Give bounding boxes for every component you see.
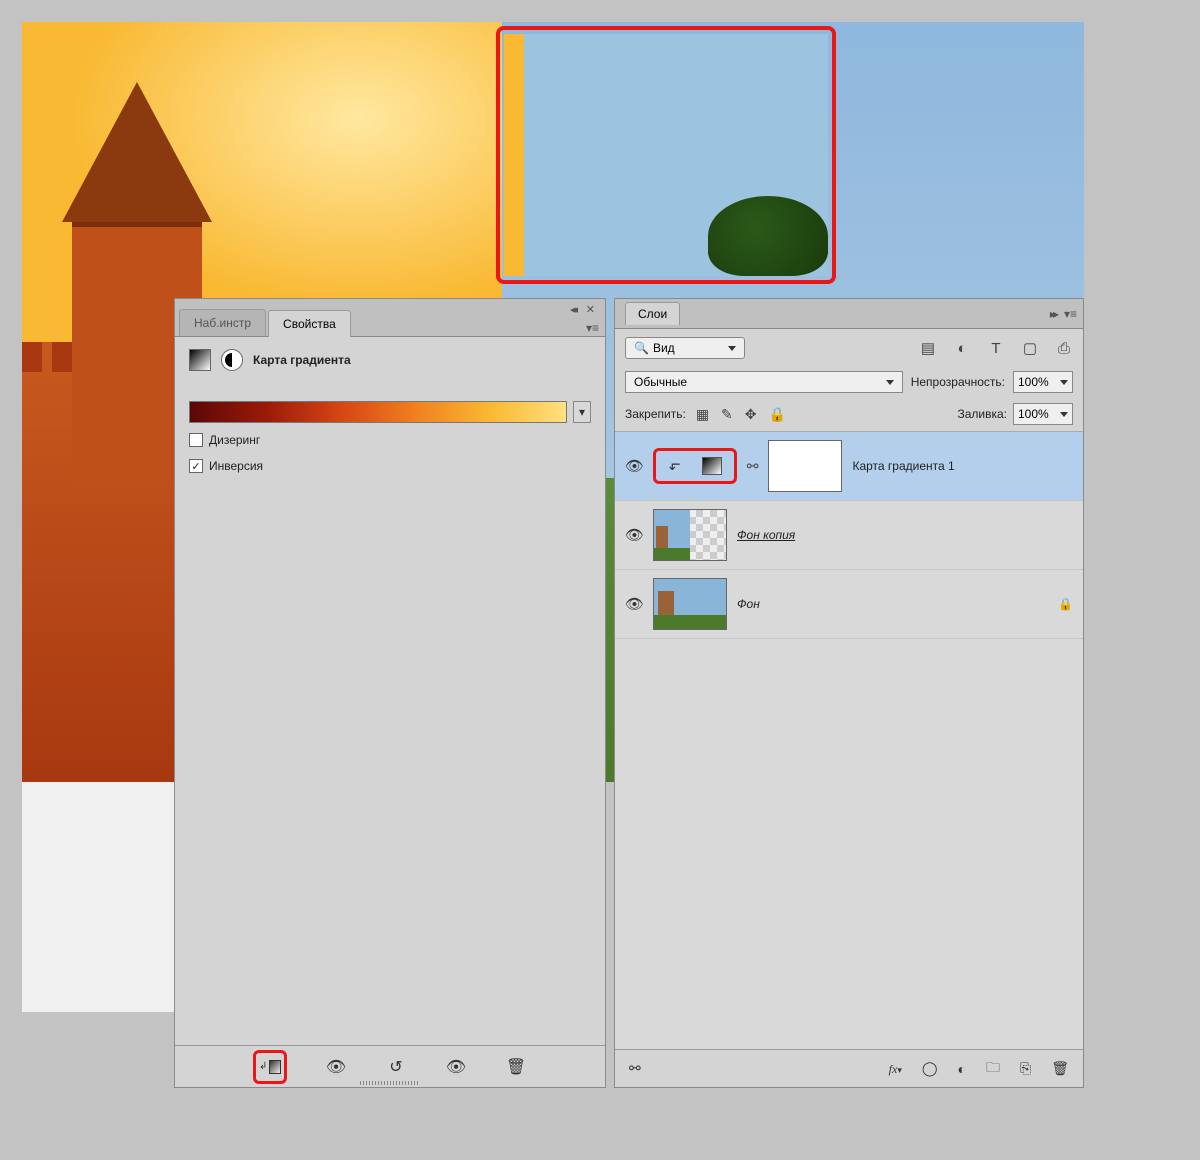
layer-mask-thumb[interactable] [768,440,842,492]
inversion-row: ✓ Инверсия [175,449,605,475]
layer-thumb[interactable] [653,509,727,561]
filter-shape-icon[interactable]: ▢ [1021,339,1039,357]
preview-highlight-box [496,26,836,284]
new-group-button[interactable]: 🗀 [986,1057,1000,1081]
lock-position-icon[interactable]: ✥ [745,406,757,423]
layer-row-background[interactable]: 👁 Фон 🔒 [615,570,1083,639]
toggle-visibility-button[interactable]: 👁 [445,1056,467,1078]
blend-mode-dropdown[interactable]: Обычные [625,371,903,393]
layer-row-background-copy[interactable]: 👁 Фон копия [615,501,1083,570]
clip-icon: ↲ [259,1061,267,1072]
filter-kind-icons: ▤ ◐ T ▢ ⎙ [919,339,1073,357]
layer-name[interactable]: Фон [737,597,760,611]
reset-button[interactable]: ↺ [385,1056,407,1078]
panel-grip-icon[interactable] [360,1081,420,1085]
search-icon: 🔍 [634,341,649,355]
layers-panel: Слои ▸▸ ▾≡ 🔍 Вид ▤ ◐ T ▢ ⎙ Обычные Непро… [614,298,1084,1088]
layer-list: 👁 ↳ ⚯ Карта градиента 1 👁 Фон копия 👁 [615,432,1083,1049]
inversion-label: Инверсия [209,459,263,473]
clip-indicator-icon: ↳ [665,460,682,472]
panel-menu-icon[interactable]: ▾≡ [586,321,599,335]
dithering-row: Дизеринг [175,423,605,449]
tab-layers[interactable]: Слои [625,302,680,325]
gradient-map-icon[interactable] [189,349,211,371]
expand-icon[interactable]: ▸▸ [1050,307,1056,321]
properties-title: Карта градиента [253,353,351,367]
opacity-value: 100% [1018,375,1049,389]
filter-text-icon[interactable]: T [987,340,1005,357]
clip-button-highlight: ↲ [253,1050,287,1084]
lock-pixels-icon[interactable]: ✎ [721,406,733,423]
dithering-checkbox[interactable] [189,433,203,447]
opacity-label: Непрозрачность: [911,375,1005,389]
chevron-down-icon [1060,412,1068,417]
link-layers-button[interactable]: ⚯ [629,1060,641,1077]
layer-fx-button[interactable]: fx▾ [889,1060,902,1077]
properties-footer: ↲ 👁 ↺ 👁 🗑 [175,1045,605,1087]
tab-properties[interactable]: Свойства [268,310,351,337]
blend-mode-value: Обычные [634,375,687,389]
fill-input[interactable]: 100% [1013,403,1073,425]
layers-header: Слои ▸▸ ▾≡ [615,299,1083,329]
gradient-preview-bar[interactable] [189,401,567,423]
delete-adjustment-button[interactable]: 🗑 [505,1056,527,1078]
layer-row-gradient-map[interactable]: 👁 ↳ ⚯ Карта градиента 1 [615,432,1083,501]
properties-header: Карта градиента [175,337,605,383]
fill-value: 100% [1018,407,1049,421]
collapse-icon[interactable]: ◂◂ [570,303,575,316]
canvas-pasteboard [22,782,174,1012]
filter-pixel-icon[interactable]: ▤ [919,339,937,357]
filter-adjust-icon[interactable]: ◐ [953,340,971,357]
fill-label: Заливка: [957,407,1007,421]
close-icon[interactable]: ✕ [586,303,595,316]
add-mask-button[interactable]: ◯ [922,1060,938,1077]
dithering-label: Дизеринг [209,433,260,447]
tab-tool-presets[interactable]: Наб.инстр [179,309,266,336]
clip-square-icon [269,1060,281,1074]
chevron-down-icon [1060,380,1068,385]
gradient-editor-row: ▾ [175,401,605,423]
filter-smart-icon[interactable]: ⎙ [1055,340,1073,357]
link-mask-icon[interactable]: ⚯ [747,458,759,475]
locked-icon: 🔒 [1058,597,1073,611]
gradient-map-thumb-icon [702,457,722,475]
layer-name[interactable]: Фон копия [737,528,795,542]
layers-menu-icon[interactable]: ▾≡ [1064,307,1077,321]
chevron-down-icon [886,380,894,385]
mask-icon[interactable] [221,349,243,371]
visibility-toggle[interactable]: 👁 [625,526,643,544]
new-adjustment-button[interactable]: ◐ [958,1061,966,1077]
lock-row: Закрепить: ▦ ✎ ✥ 🔒 Заливка: 100% [615,397,1083,432]
lock-all-icon[interactable]: 🔒 [769,406,786,423]
filter-type-label: Вид [653,341,675,355]
gradient-dropdown-button[interactable]: ▾ [573,401,591,423]
visibility-toggle[interactable]: 👁 [625,595,643,613]
clip-to-layer-button[interactable]: ↲ [259,1056,281,1078]
properties-tabs: Наб.инстр Свойства ◂◂ ✕ ▾≡ [175,299,605,337]
blend-mode-row: Обычные Непрозрачность: 100% [615,367,1083,397]
layer-thumb[interactable] [653,578,727,630]
chevron-down-icon [728,346,736,351]
new-layer-button[interactable]: ⎘ [1020,1060,1031,1077]
visibility-toggle[interactable]: 👁 [625,457,643,475]
properties-panel: Наб.инстр Свойства ◂◂ ✕ ▾≡ Карта градиен… [174,298,606,1088]
view-previous-button[interactable]: 👁 [325,1056,347,1078]
layers-footer: ⚯ fx▾ ◯ ◐ 🗀 ⎘ 🗑 [615,1049,1083,1087]
lock-label: Закрепить: [625,407,686,421]
layers-filter-row: 🔍 Вид ▤ ◐ T ▢ ⎙ [615,329,1083,367]
adjustment-highlight-box: ↳ [653,448,737,484]
filter-type-dropdown[interactable]: 🔍 Вид [625,337,745,359]
preview-region [504,34,828,276]
inversion-checkbox[interactable]: ✓ [189,459,203,473]
lock-transparency-icon[interactable]: ▦ [696,406,709,423]
layer-name[interactable]: Карта градиента 1 [852,459,954,473]
opacity-input[interactable]: 100% [1013,371,1073,393]
delete-layer-button[interactable]: 🗑 [1051,1060,1069,1077]
